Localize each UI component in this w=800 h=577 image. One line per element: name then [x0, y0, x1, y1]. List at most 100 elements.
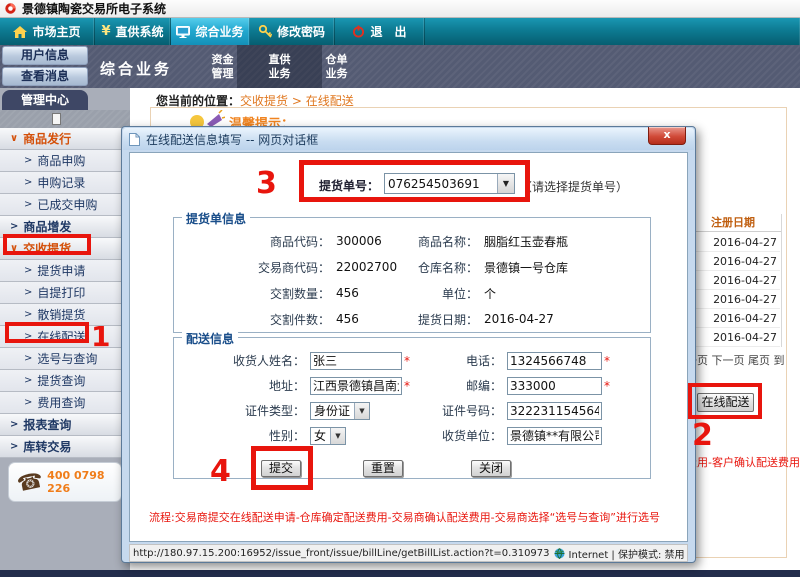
exchange-logo-icon — [4, 2, 17, 15]
nav-label: 市场主页 — [32, 23, 80, 40]
sidebar-item-subscribe-records[interactable]: >申购记录 — [0, 172, 130, 194]
globe-icon — [554, 548, 565, 559]
reset-button[interactable]: 重置 — [363, 460, 403, 477]
id-type-select[interactable]: 身份证▼ — [310, 402, 370, 420]
id-number-input[interactable] — [507, 402, 602, 420]
table-row: 2016-04-27 — [686, 328, 780, 347]
monitor-icon — [176, 26, 190, 38]
status-zone: Internet | 保护模式: 禁用 — [569, 546, 685, 561]
subnav-item-warehouse-receipt[interactable]: 仓单业务 — [294, 45, 379, 88]
chevron-right-icon: > — [24, 331, 32, 342]
close-button[interactable]: 关闭 — [471, 460, 511, 477]
delivery-info-legend: 配送信息 — [182, 330, 238, 347]
chevron-right-icon: > — [24, 177, 32, 188]
nav-market-home[interactable]: 市场主页 — [0, 18, 95, 45]
chevron-right-icon: > — [24, 199, 32, 210]
close-icon[interactable]: x — [648, 127, 686, 145]
field-value: 456 — [330, 312, 406, 326]
flow-instructions: 流程:交易商提交在线配送申请-仓库确定配送费用-交易商确认配送费用-交易商选择“… — [132, 509, 677, 525]
chevron-right-icon: > — [24, 155, 32, 166]
address-input[interactable] — [310, 377, 402, 395]
chevron-right-icon: > — [24, 309, 32, 320]
sidebar-item-product-subscribe[interactable]: >商品申购 — [0, 150, 130, 172]
annotation-number-1: 1 — [91, 320, 110, 353]
field-label: 仓库名称： — [406, 259, 478, 276]
sidebar-item-cancel-delivery[interactable]: >散销提货 — [0, 304, 130, 326]
document-icon — [129, 133, 140, 146]
sidebar-item-delivery[interactable]: ∨交收提货 — [0, 238, 130, 260]
nav-label: 修改密码 — [277, 23, 325, 40]
flow-text-fragment: 费用-客户确认配送费用-选 — [686, 454, 800, 470]
bill-number-combobox[interactable]: 076254503691 ▼ — [384, 173, 515, 194]
field-label: 提货日期： — [406, 311, 478, 328]
recipient-name-input[interactable] — [310, 352, 402, 370]
field-label: 收货人姓名： — [180, 352, 305, 369]
field-label: 性别： — [180, 427, 305, 444]
chevron-right-icon: > — [10, 419, 18, 430]
sidebar-item-delivery-apply[interactable]: >提货申请 — [0, 260, 130, 282]
breadcrumb-path[interactable]: 交收提货 > 在线配送 — [240, 94, 354, 108]
sidebar-item-delivery-query[interactable]: >提货查询 — [0, 370, 130, 392]
online-delivery-dialog: 在线配送信息填写 -- 网页对话框 x 提货单号： 076254503691 ▼… — [121, 126, 696, 563]
user-info-button[interactable]: 用户信息 — [2, 46, 88, 65]
field-label: 单位： — [406, 285, 478, 302]
table-header-register-date: 注册日期 — [686, 214, 780, 230]
status-url: http://180.97.15.200:16952/issue_front/i… — [133, 548, 550, 559]
nav-logout[interactable]: 退 出 — [335, 18, 425, 45]
postcode-input[interactable] — [507, 377, 602, 395]
hotline-badge: ☎ 400 0798 226 — [8, 462, 122, 502]
delivery-info-fieldset: 配送信息 收货人姓名： * 电话： * 地址： * 邮编： * 证件类型： 身份… — [173, 337, 651, 479]
table-row: 2016-04-27 — [686, 233, 780, 252]
field-value: 2016-04-27 — [478, 312, 650, 326]
chevron-down-icon[interactable]: ▼ — [497, 174, 514, 193]
field-value: 个 — [478, 285, 650, 302]
sidebar: 管理中心 ∨商品发行 >商品申购 >申购记录 >已成交申购 >商品增发 ∨交收提… — [0, 88, 130, 570]
sidebar-item-warehouse-transfer[interactable]: >库转交易 — [0, 436, 130, 458]
nav-label: 直供系统 — [116, 23, 164, 40]
sidebar-item-product-issue[interactable]: ∨商品发行 — [0, 128, 130, 150]
chevron-right-icon: > — [24, 375, 32, 386]
window-title: 景德镇陶瓷交易所电子系统 — [22, 0, 166, 17]
main-nav: 市场主页 ¥ 直供系统 综合业务 修改密码 — [0, 18, 800, 45]
sidebar-item-fee-query[interactable]: >费用查询 — [0, 392, 130, 414]
nav-comprehensive-business[interactable]: 综合业务 — [171, 18, 250, 45]
chevron-right-icon: > — [24, 353, 32, 364]
sidebar-item-additional-issue[interactable]: >商品增发 — [0, 216, 130, 238]
submit-button[interactable]: 提交 — [261, 460, 301, 477]
breadcrumb-label: 您当前的位置： — [156, 94, 240, 108]
pagination-links[interactable]: 一页 下一页 尾页 到 — [686, 352, 785, 368]
nav-spacer — [425, 18, 800, 45]
field-label: 交易商代码： — [180, 259, 330, 276]
gender-select[interactable]: 女▼ — [310, 427, 346, 445]
table-row: 2016-04-27 — [686, 271, 780, 290]
bill-number-hint: （请选择提货单号） — [520, 178, 628, 195]
chevron-right-icon: > — [24, 397, 32, 408]
power-icon — [352, 25, 365, 38]
sidebar-item-online-delivery[interactable]: >在线配送 — [0, 326, 130, 348]
field-value: 456 — [330, 286, 406, 300]
recipient-company-input[interactable] — [507, 427, 602, 445]
sidebar-item-closed-subscriptions[interactable]: >已成交申购 — [0, 194, 130, 216]
field-label: 商品名称： — [406, 233, 478, 250]
subnav-section-title: 综合业务 — [100, 58, 172, 79]
nav-change-password[interactable]: 修改密码 — [250, 18, 335, 45]
tab-management-center[interactable]: 管理中心 — [2, 90, 88, 110]
sidebar-strip — [0, 110, 130, 128]
sidebar-item-self-pickup-print[interactable]: >自提打印 — [0, 282, 130, 304]
online-delivery-button[interactable]: 在线配送 — [697, 393, 754, 412]
hotline-number: 400 0798 226 — [47, 469, 121, 495]
bill-info-fieldset: 提货单信息 商品代码： 300006 商品名称： 胭脂红玉壶春瓶 交易商代码： … — [173, 217, 651, 333]
nav-direct-supply[interactable]: ¥ 直供系统 — [95, 18, 171, 45]
chevron-right-icon: > — [10, 221, 18, 232]
field-label: 交割数量： — [180, 285, 330, 302]
view-messages-button[interactable]: 查看消息 — [2, 67, 88, 86]
required-mark: * — [404, 354, 410, 368]
table-row: 2016-04-27 — [686, 290, 780, 309]
table-column-divider — [781, 214, 782, 347]
table-header-divider — [686, 231, 781, 232]
bill-number-label: 提货单号： — [319, 177, 379, 194]
sidebar-item-report-query[interactable]: >报表查询 — [0, 414, 130, 436]
annotation-number-4: 4 — [210, 454, 231, 489]
phone-input[interactable] — [507, 352, 602, 370]
sidebar-item-number-select-query[interactable]: >选号与查询 — [0, 348, 130, 370]
